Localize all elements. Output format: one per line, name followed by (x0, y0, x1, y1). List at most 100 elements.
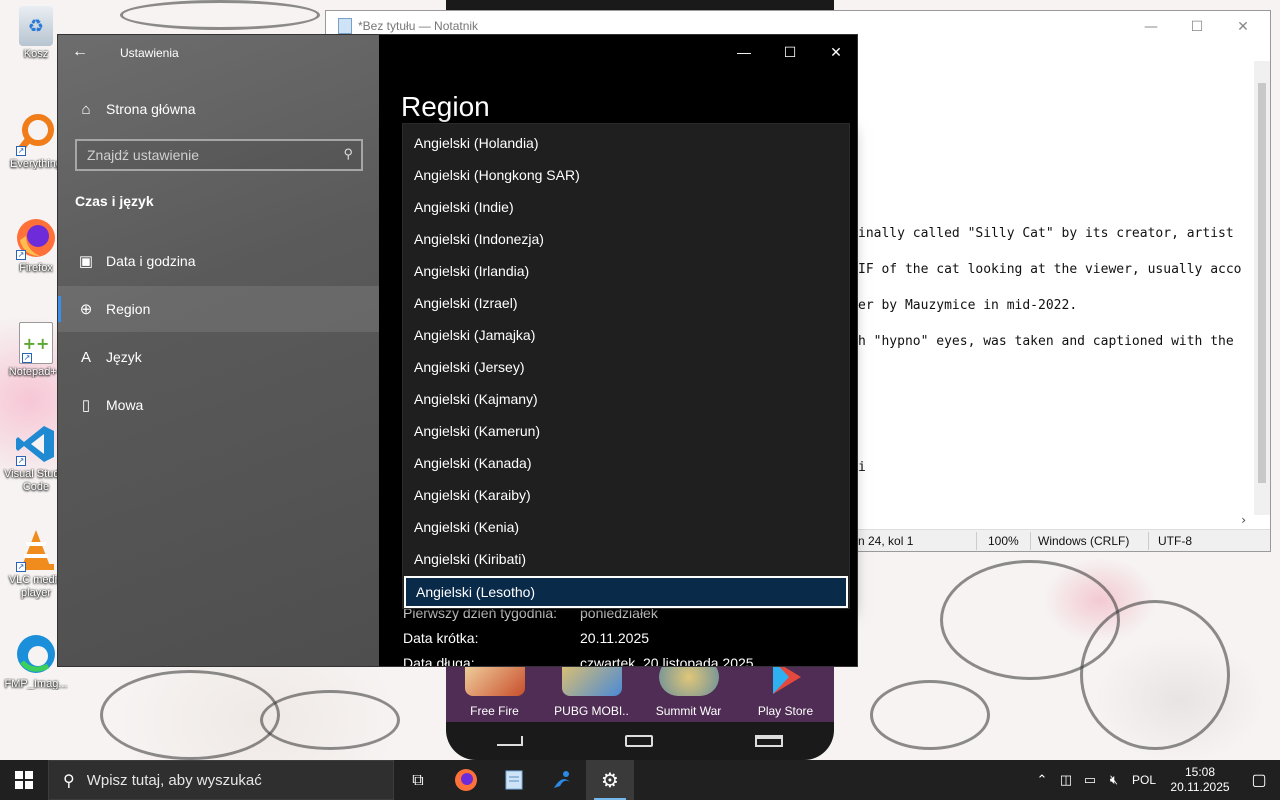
sidebar-item-language[interactable]: A Język (58, 334, 379, 380)
scrollbar-thumb[interactable] (1258, 83, 1266, 483)
maximize-button[interactable]: ☐ (767, 39, 813, 65)
calendar-clock-icon: ▣ (78, 253, 94, 270)
settings-sidebar: ← Ustawienia ⌂ Strona główna ⚲ Czas i ję… (58, 35, 379, 666)
everything-search-icon: ↗ (14, 112, 58, 156)
sidebar-item-label: Data i godzina (106, 253, 196, 269)
taskbar-firefox[interactable] (442, 760, 490, 800)
task-view-button[interactable]: ⧉ (394, 760, 442, 800)
taskbar-search-input[interactable] (86, 771, 367, 789)
back-button[interactable]: ← (72, 43, 96, 67)
back-arrow-icon: ← (72, 43, 88, 60)
taskbar-settings[interactable]: ⚙ (586, 760, 634, 800)
format-value: 20.11.2025 (580, 630, 650, 646)
wallpaper-sketch (100, 670, 280, 760)
dropdown-option[interactable]: Angielski (Kenia) (403, 511, 849, 543)
notification-app-icon[interactable]: ◫ (1054, 772, 1078, 788)
status-separator (976, 532, 977, 550)
shortcut-arrow-icon: ↗ (16, 456, 26, 466)
wallpaper-sketch (120, 0, 320, 30)
taskbar-emulator[interactable] (538, 760, 586, 800)
text-line: inally called "Silly Cat" by its creator… (858, 226, 1234, 241)
close-button[interactable]: ✕ (813, 39, 857, 65)
settings-search-input[interactable] (77, 141, 327, 169)
taskbar-clock[interactable]: 15:08 20.11.2025 (1162, 765, 1238, 795)
task-view-icon: ⧉ (412, 770, 424, 789)
dropdown-option[interactable]: Angielski (Kamerun) (403, 415, 849, 447)
home-nav-icon[interactable] (625, 735, 653, 747)
notepad-close-button[interactable]: ✕ (1220, 15, 1266, 39)
start-button[interactable] (0, 760, 48, 800)
chevron-up-icon[interactable]: ⌃ (1030, 772, 1054, 788)
text-line: IF of the cat looking at the viewer, usu… (858, 262, 1242, 277)
text-line: h "hypno" eyes, was taken and captioned … (858, 334, 1234, 349)
page-title: Region (401, 91, 490, 122)
dropdown-option[interactable]: Angielski (Kiribati) (403, 543, 849, 575)
taskbar-search-box[interactable]: ⚲ (48, 760, 394, 800)
recents-nav-icon[interactable] (755, 735, 783, 747)
dropdown-option[interactable]: Angielski (Indonezja) (403, 223, 849, 255)
format-label: Data krótka: (403, 630, 479, 646)
shortcut-arrow-icon: ↗ (16, 146, 26, 156)
sidebar-item-label: Język (106, 349, 142, 365)
minimize-button[interactable]: — (721, 39, 767, 65)
dropdown-option[interactable]: Angielski (Kanada) (403, 447, 849, 479)
wallpaper-sketch (260, 690, 400, 750)
vscode-icon: ↗ (14, 422, 58, 466)
notepad-text-area[interactable]: inally called "Silly Cat" by its creator… (858, 61, 1258, 531)
sidebar-item-label: Mowa (106, 397, 144, 413)
wallpaper-sketch (870, 680, 990, 750)
firefox-icon: ↗ (14, 216, 58, 260)
app-play-store[interactable]: Play Store (741, 658, 831, 718)
shortcut-arrow-icon: ↗ (22, 353, 32, 363)
search-icon: ⚲ (343, 146, 353, 161)
app-label: Summit War (655, 704, 722, 718)
sidebar-item-speech[interactable]: ▯ Mowa (58, 382, 379, 428)
app-free-fire[interactable]: Free Fire (450, 658, 540, 718)
sidebar-item-region[interactable]: ⊕ Region (58, 286, 379, 332)
notepad-title: *Bez tytułu — Notatnik (358, 19, 479, 33)
recycle-bin-icon: ♻ (19, 6, 53, 46)
dropdown-option[interactable]: Angielski (Indie) (403, 191, 849, 223)
dropdown-option[interactable]: Angielski (Jamajka) (403, 319, 849, 351)
app-summit-war[interactable]: Summit War (644, 658, 734, 718)
region-dropdown-list[interactable]: Angielski (Holandia) Angielski (Hongkong… (402, 123, 850, 609)
notepad-maximize-button[interactable]: ☐ (1174, 15, 1220, 39)
dropdown-option[interactable]: Angielski (Irlandia) (403, 255, 849, 287)
taskbar-notepad[interactable] (490, 760, 538, 800)
taskbar: ⚲ ⧉ ⚙ ⌃ ◫ ▭ 🔇︎ POL 15:08 20.11.2025 ▢ (0, 760, 1280, 800)
gear-icon: ⚙ (601, 768, 619, 792)
notepad-minimize-button[interactable]: — (1128, 15, 1174, 39)
dropdown-option[interactable]: Angielski (Kajmany) (403, 383, 849, 415)
encoding: UTF-8 (1158, 534, 1192, 548)
sidebar-item-home[interactable]: ⌂ Strona główna (58, 86, 379, 132)
app-pubg-mobile[interactable]: PUBG MOBI.. (547, 658, 637, 718)
edge-icon (14, 632, 58, 676)
sidebar-item-date-time[interactable]: ▣ Data i godzina (58, 238, 379, 284)
app-label: PUBG MOBI.. (554, 704, 629, 718)
sidebar-item-label: Strona główna (106, 101, 196, 117)
clock-date: 20.11.2025 (1170, 780, 1230, 794)
cursor-position: n 24, kol 1 (858, 534, 914, 548)
back-nav-icon[interactable] (497, 736, 523, 746)
input-language[interactable]: POL (1132, 773, 1156, 787)
dropdown-option[interactable]: Angielski (Jersey) (403, 351, 849, 383)
action-center-icon[interactable]: ▢ (1238, 770, 1280, 790)
vlc-icon: ↗ (14, 528, 58, 572)
desktop-icon-label: FMP_Imag... (4, 678, 68, 690)
dropdown-option-selected[interactable]: Angielski (Lesotho) (404, 576, 848, 608)
dropdown-option[interactable]: Angielski (Karaiby) (403, 479, 849, 511)
section-heading: Czas i język (75, 193, 154, 209)
app-label: Play Store (757, 704, 814, 718)
settings-search-box[interactable]: ⚲ (75, 139, 363, 171)
dropdown-option[interactable]: Angielski (Holandia) (403, 127, 849, 159)
network-icon[interactable]: ▭ (1078, 772, 1102, 788)
app-title: Ustawienia (120, 46, 179, 60)
volume-muted-icon[interactable]: 🔇︎ (1102, 772, 1126, 788)
dropdown-option[interactable]: Angielski (Izrael) (403, 287, 849, 319)
notepad-vertical-scrollbar[interactable] (1254, 61, 1270, 515)
scroll-right-icon[interactable]: › (1241, 513, 1246, 527)
status-separator (1030, 532, 1031, 550)
shortcut-arrow-icon: ↗ (16, 562, 26, 572)
dropdown-option[interactable]: Angielski (Hongkong SAR) (403, 159, 849, 191)
sidebar-item-label: Region (106, 301, 151, 317)
